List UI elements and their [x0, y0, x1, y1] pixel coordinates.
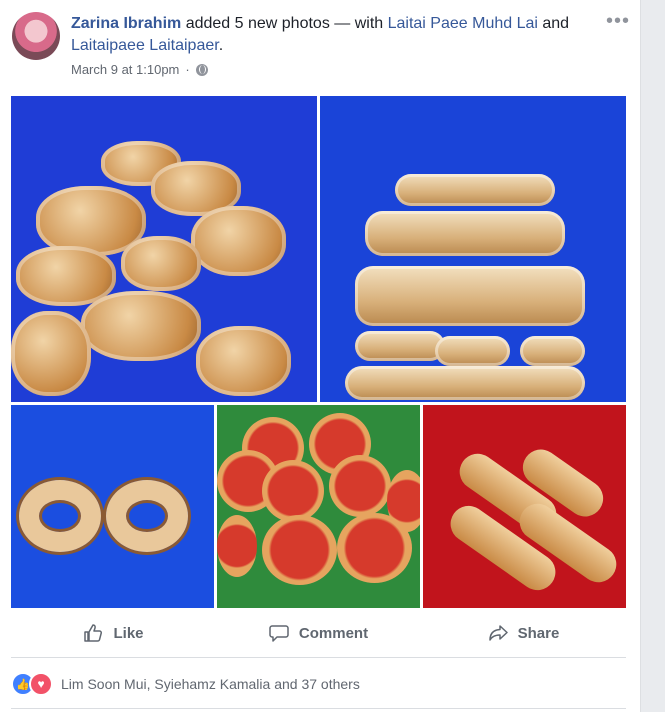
and-text: and: [537, 15, 570, 32]
share-button[interactable]: Share: [421, 614, 626, 652]
share-icon: [488, 625, 508, 641]
post-actions: Like Comment Share: [11, 614, 626, 652]
thumbs-up-icon: [84, 624, 103, 642]
photo-1[interactable]: [11, 96, 317, 402]
comment-button[interactable]: Comment: [216, 614, 421, 652]
tagged-user-link-2[interactable]: Laitaipaee Laitaipaer: [71, 37, 219, 54]
photo-5[interactable]: [423, 405, 626, 608]
reactions-summary[interactable]: 👍 ♥ Lim Soon Mui, Syiehamz Kamalia and 3…: [11, 672, 360, 696]
tagged-user-link-1[interactable]: Laitai Paee Muhd Lai: [388, 15, 538, 32]
photo-grid: [11, 96, 626, 608]
action-text: added 5 new photos — with: [181, 15, 388, 32]
photo-2[interactable]: [320, 96, 626, 402]
meta-separator: ·: [185, 62, 190, 77]
like-label: Like: [113, 624, 144, 642]
comment-icon: [269, 625, 289, 642]
post-header: Zarina Ibrahim added 5 new photos — with…: [71, 13, 591, 57]
photo-4[interactable]: [217, 405, 420, 608]
share-label: Share: [517, 624, 560, 642]
reaction-names[interactable]: Lim Soon Mui, Syiehamz Kamalia and 37 ot…: [61, 676, 360, 692]
bottom-divider: [11, 708, 626, 709]
timestamp-link[interactable]: March 9 at 1:10pm: [71, 62, 179, 77]
love-reaction-icon: ♥: [29, 672, 53, 696]
like-button[interactable]: Like: [11, 614, 216, 652]
end-text: .: [218, 37, 224, 54]
globe-icon[interactable]: [195, 63, 208, 76]
author-avatar[interactable]: [12, 12, 60, 60]
post-card: Zarina Ibrahim added 5 new photos — with…: [0, 0, 641, 712]
photo-3[interactable]: [11, 405, 214, 608]
divider: [11, 657, 626, 658]
post-meta: March 9 at 1:10pm ·: [71, 62, 208, 77]
comment-label: Comment: [298, 624, 369, 642]
author-name-link[interactable]: Zarina Ibrahim: [71, 15, 181, 32]
more-options-button[interactable]: •••: [606, 10, 630, 33]
